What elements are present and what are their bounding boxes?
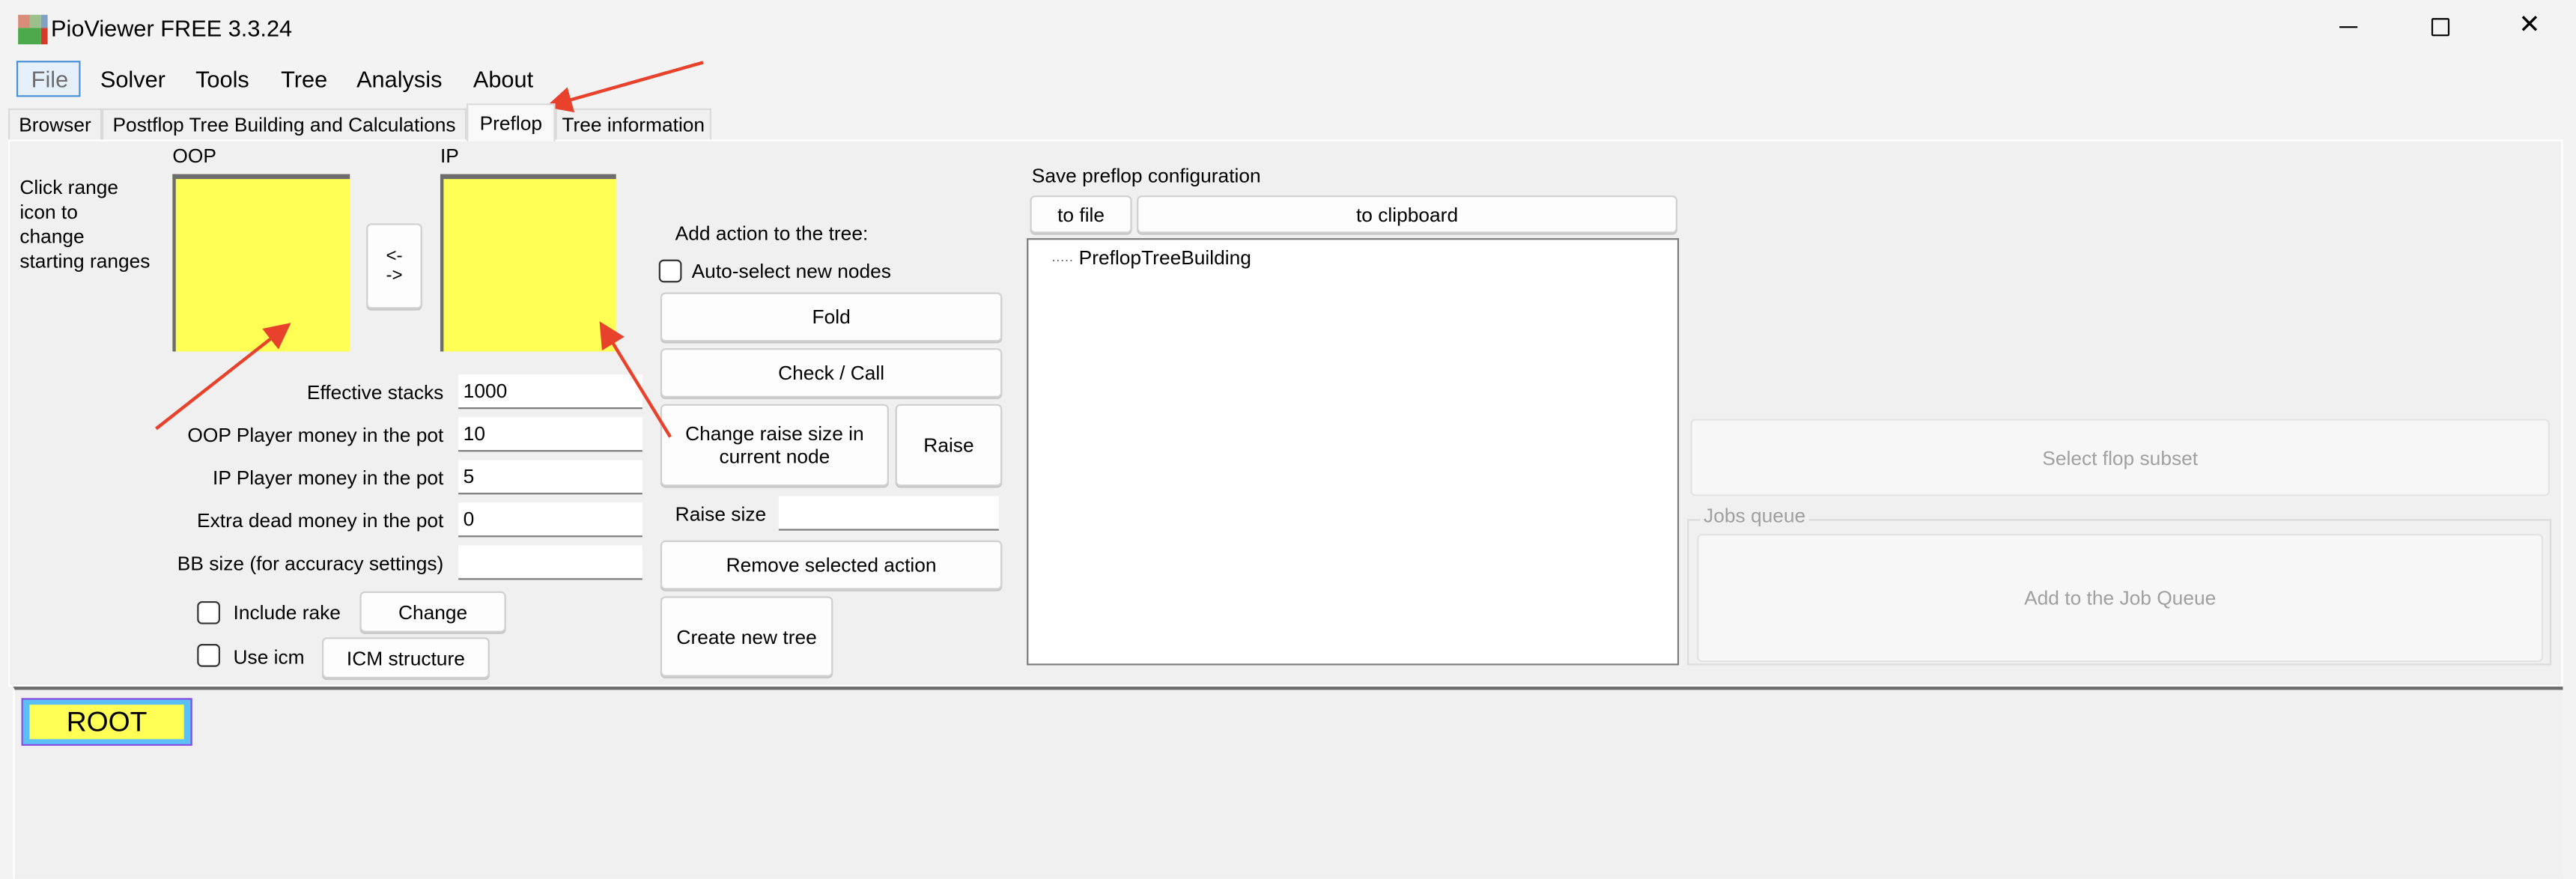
tab-preflop[interactable]: Preflop <box>467 103 556 142</box>
arrow-to-oop-range <box>155 323 291 431</box>
arrow-to-ip-range <box>599 321 672 438</box>
annotation-arrows <box>155 61 704 438</box>
arrow-to-preflop-tab <box>545 61 704 113</box>
pioviewer-window: PioViewer FREE 3.3.24 ✕ File Solver Tool… <box>0 0 2576 879</box>
